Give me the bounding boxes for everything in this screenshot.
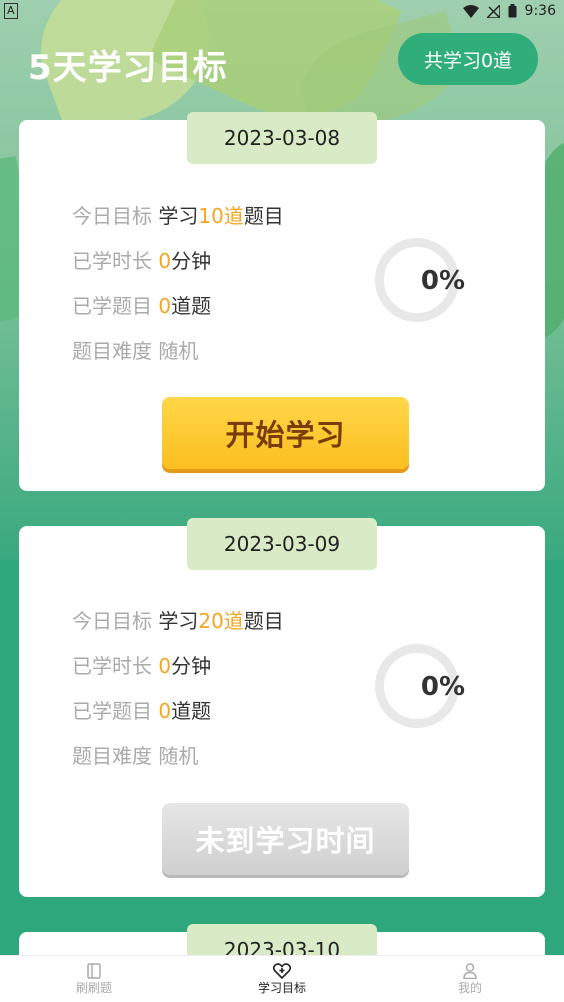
duration-row: 已学时长 0分钟 <box>72 239 284 284</box>
not-study-time-button: 未到学习时间 <box>162 803 409 875</box>
difficulty-value: 随机 <box>158 339 199 363</box>
bottom-nav: 刷刷题 学习目标 我的 <box>0 955 564 1002</box>
nav-item-profile[interactable]: 我的 <box>376 956 564 1002</box>
nav-item-goals[interactable]: 学习目标 <box>188 956 376 1002</box>
nav-item-practice[interactable]: 刷刷题 <box>0 956 188 1002</box>
goal-card: 2023-03-09 今日目标 学习20道题目 已学时长 0分钟 已学题目 0道… <box>19 518 545 897</box>
goal-info: 今日目标 学习10道题目 已学时长 0分钟 已学题目 0道题 题目难度 随机 <box>72 194 284 374</box>
duration-value: 0 <box>158 654 172 678</box>
target-label: 今日目标 <box>72 609 152 633</box>
heart-plus-icon <box>273 962 291 979</box>
progress-percent: 0% <box>420 672 466 702</box>
duration-unit: 分钟 <box>171 249 212 273</box>
questions-value: 0 <box>158 699 172 723</box>
target-row: 今日目标 学习10道题目 <box>72 194 284 239</box>
nav-label: 学习目标 <box>257 980 306 995</box>
difficulty-row: 题目难度 随机 <box>72 329 284 374</box>
difficulty-value: 随机 <box>158 744 199 768</box>
wifi-icon <box>462 4 479 18</box>
book-icon <box>87 962 101 979</box>
total-studied-badge[interactable]: 共学习0道 <box>398 33 538 85</box>
target-count: 20道 <box>198 609 244 633</box>
nav-label: 我的 <box>457 980 482 995</box>
duration-row: 已学时长 0分钟 <box>72 644 284 689</box>
target-label: 今日目标 <box>72 204 152 228</box>
target-prefix: 学习 <box>158 609 199 633</box>
user-icon <box>463 962 477 979</box>
difficulty-row: 题目难度 随机 <box>72 734 284 779</box>
status-time: 9:36 <box>524 3 556 19</box>
page-title: 5天学习目标 <box>28 48 228 88</box>
target-row: 今日目标 学习20道题目 <box>72 599 284 644</box>
goal-info: 今日目标 学习20道题目 已学时长 0分钟 已学题目 0道题 题目难度 随机 <box>72 599 284 779</box>
battery-icon <box>508 4 517 18</box>
difficulty-label: 题目难度 <box>72 744 152 768</box>
target-prefix: 学习 <box>158 204 199 228</box>
questions-unit: 道题 <box>171 294 212 318</box>
app-badge-icon: A <box>4 3 18 19</box>
status-bar: A 9:36 <box>0 0 564 24</box>
questions-row: 已学题目 0道题 <box>72 689 284 734</box>
questions-unit: 道题 <box>171 699 212 723</box>
progress-percent: 0% <box>420 266 466 296</box>
no-signal-icon <box>486 4 500 18</box>
start-study-button[interactable]: 开始学习 <box>162 397 409 469</box>
questions-row: 已学题目 0道题 <box>72 284 284 329</box>
questions-label: 已学题目 <box>72 294 152 318</box>
status-icons: 9:36 <box>462 3 556 19</box>
questions-value: 0 <box>158 294 172 318</box>
duration-value: 0 <box>158 249 172 273</box>
duration-label: 已学时长 <box>72 654 152 678</box>
target-suffix: 题目 <box>243 204 284 228</box>
difficulty-label: 题目难度 <box>72 339 152 363</box>
target-suffix: 题目 <box>243 609 284 633</box>
target-count: 10道 <box>198 204 244 228</box>
date-tab: 2023-03-08 <box>187 112 377 164</box>
duration-unit: 分钟 <box>171 654 212 678</box>
date-tab: 2023-03-09 <box>187 518 377 570</box>
goal-card: 2023-03-08 今日目标 学习10道题目 已学时长 0分钟 已学题目 0道… <box>19 112 545 491</box>
questions-label: 已学题目 <box>72 699 152 723</box>
nav-label: 刷刷题 <box>75 980 112 995</box>
duration-label: 已学时长 <box>72 249 152 273</box>
